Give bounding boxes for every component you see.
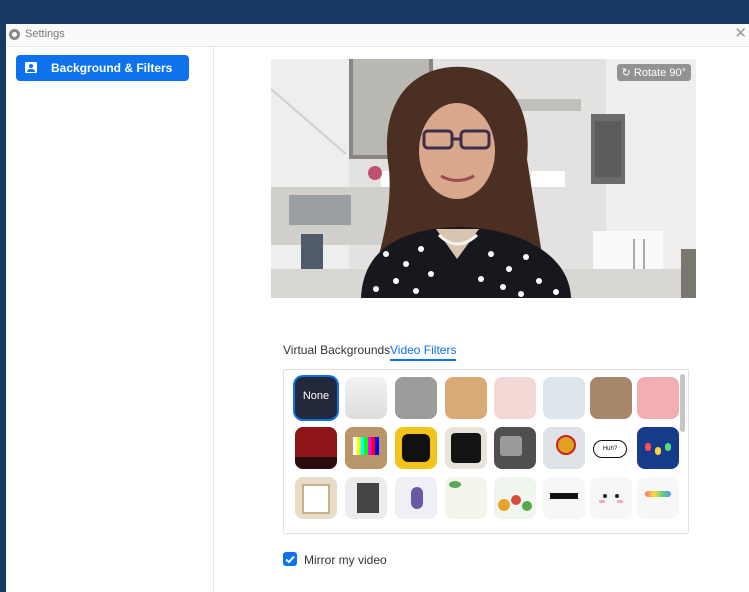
filter-tile-retro-tv[interactable] <box>494 427 536 469</box>
filter-tile-theater-curtain[interactable] <box>295 427 337 469</box>
rotate-90-button[interactable]: ↻ Rotate 90° <box>616 64 691 81</box>
checkmark-icon <box>285 555 295 564</box>
filter-none-label: None <box>302 390 330 402</box>
portrait-icon <box>25 62 37 73</box>
filter-tile-studio-rose[interactable] <box>637 377 679 419</box>
close-icon[interactable]: ✕ <box>734 25 747 43</box>
window-title: Settings <box>25 28 65 40</box>
filter-tile-award-ribbon[interactable] <box>543 427 585 469</box>
filter-grid: None Huh? <box>283 369 689 534</box>
filter-tile-pixel-sunglasses[interactable] <box>543 477 585 519</box>
filter-tile-studio-white[interactable] <box>345 377 387 419</box>
filter-tile-string-lights[interactable] <box>637 427 679 469</box>
filter-tile-leaf-frame[interactable] <box>445 477 487 519</box>
filter-tile-picture-frame[interactable] <box>295 477 337 519</box>
tab-video-filters[interactable]: Video Filters <box>390 343 457 361</box>
filter-tile-fruit-frame[interactable] <box>494 477 536 519</box>
mirror-video-label: Mirror my video <box>304 553 387 567</box>
filter-tile-studio-brown[interactable] <box>590 377 632 419</box>
filter-tile-cute-face[interactable] <box>590 477 632 519</box>
mirror-video-checkbox[interactable] <box>283 552 297 566</box>
filter-tile-bird-illustration[interactable] <box>395 477 437 519</box>
tab-virtual-backgrounds[interactable]: Virtual Backgrounds <box>283 343 390 357</box>
settings-window: Settings ✕ Background & Filters ↻ Rotate… <box>6 24 749 592</box>
filter-tile-huh-speech-bubble[interactable]: Huh? <box>590 427 632 469</box>
filter-tile-studio-pink[interactable] <box>494 377 536 419</box>
camera-image <box>271 59 696 298</box>
sidebar: Background & Filters <box>6 47 214 592</box>
rotate-label: Rotate 90° <box>633 67 686 79</box>
filter-tile-sunflower-frame[interactable] <box>395 427 437 469</box>
filter-tile-studio-gray[interactable] <box>395 377 437 419</box>
huh-bubble-text: Huh? <box>593 440 627 458</box>
filter-tile-none[interactable]: None <box>295 377 337 419</box>
camera-preview: ↻ Rotate 90° <box>271 59 696 298</box>
filter-tile-studio-blue[interactable] <box>543 377 585 419</box>
sidebar-item-label: Background & Filters <box>51 61 173 75</box>
sidebar-item-background-filters[interactable]: Background & Filters <box>16 55 189 81</box>
filter-tile-studio-beige[interactable] <box>445 377 487 419</box>
settings-icon <box>9 29 20 40</box>
filter-tile-dark-portrait[interactable] <box>345 477 387 519</box>
title-bar: Settings ✕ <box>6 24 749 47</box>
filter-tile-bulb-mirror-frame[interactable] <box>445 427 487 469</box>
filter-tile-tv-color-bars[interactable] <box>345 427 387 469</box>
filter-scrollbar-thumb[interactable] <box>680 374 685 432</box>
filter-scrollbar[interactable] <box>680 374 685 529</box>
filter-tile-rainbow-face[interactable] <box>637 477 679 519</box>
